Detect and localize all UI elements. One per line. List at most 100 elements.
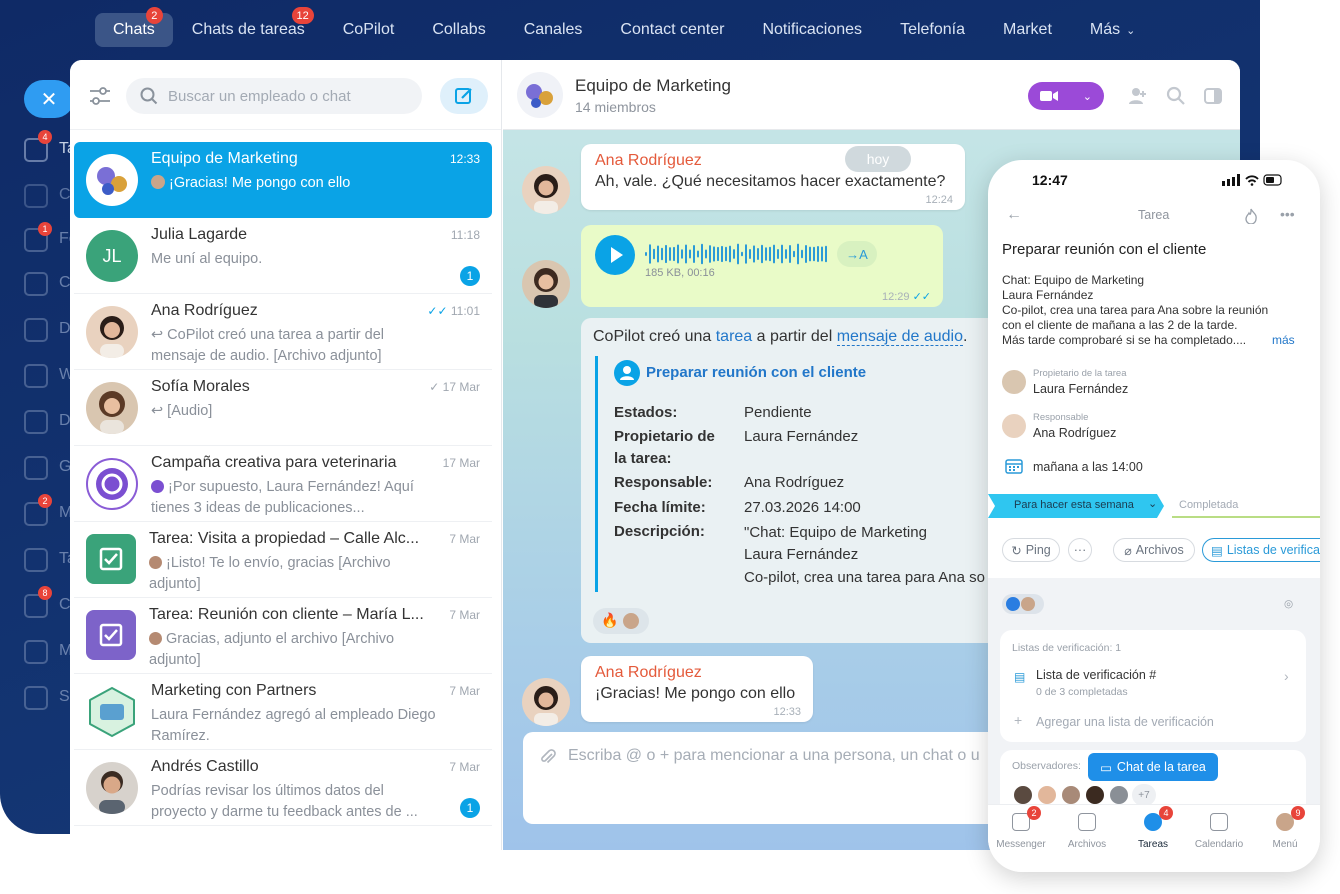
task-chat-button[interactable]: ▭ Chat de la tarea bbox=[1088, 753, 1218, 781]
chat-item-ana-rodriguez[interactable]: Ana Rodríguez ✓✓ 11:01 ↩ CoPilot creó un… bbox=[74, 294, 492, 370]
field-label: Propietario de bbox=[614, 428, 715, 445]
responsible-name[interactable]: Ana Rodríguez bbox=[1033, 426, 1116, 440]
tab-badge: 12 bbox=[291, 7, 314, 24]
add-checklist-button[interactable]: Agregar una lista de verificación bbox=[1036, 715, 1214, 729]
tab-messenger[interactable]: 2 Messenger bbox=[988, 806, 1054, 850]
calendar-icon[interactable] bbox=[24, 272, 48, 296]
chat-item-sofia-morales[interactable]: Sofía Morales ✓ 17 Mar ↩ [Audio] bbox=[74, 370, 492, 446]
waveform-bar bbox=[649, 244, 651, 264]
waveform-bar bbox=[681, 249, 683, 259]
video-call-button[interactable]: ⌄ bbox=[1028, 82, 1104, 110]
tab-badge: 2 bbox=[145, 7, 163, 24]
tab-files[interactable]: Archivos bbox=[1054, 813, 1120, 850]
waveform-bar bbox=[809, 246, 811, 262]
chat-name: Andrés Castillo bbox=[151, 758, 259, 775]
chat-item-tarea-reunion[interactable]: Tarea: Reunión con cliente – María L... … bbox=[74, 598, 492, 674]
owner-name[interactable]: Laura Fernández bbox=[1033, 382, 1128, 396]
tab-task-chats[interactable]: Chats de tareas 12 bbox=[173, 7, 324, 47]
chat-item-andres-castillo[interactable]: Andrés Castillo 7 Mar Podrías revisar lo… bbox=[74, 750, 492, 826]
description-line: con el cliente de mañana a las 2 de la t… bbox=[1002, 318, 1238, 332]
observer-avatar bbox=[1012, 784, 1034, 806]
chevron-right-icon[interactable]: › bbox=[1284, 668, 1289, 684]
more-icon[interactable]: ••• bbox=[1280, 206, 1295, 222]
chat-preview: Podrías revisar los últimos datos del pr… bbox=[151, 783, 418, 820]
attach-icon[interactable] bbox=[539, 748, 557, 766]
tab-copilot[interactable]: CoPilot bbox=[324, 13, 414, 47]
sidebar-toggle-icon[interactable] bbox=[1203, 86, 1223, 106]
waveform-bar bbox=[777, 248, 779, 260]
filter-icon[interactable] bbox=[88, 86, 112, 106]
preview-text: ¡Gracias! Me pongo con ello bbox=[169, 175, 351, 191]
crm-icon[interactable] bbox=[24, 184, 48, 208]
reactions[interactable]: 🔥 bbox=[593, 608, 649, 634]
chat-item-campana-veterinaria[interactable]: Campaña creativa para veterinaria 17 Mar… bbox=[74, 446, 492, 522]
observers-more[interactable]: +7 bbox=[1132, 784, 1156, 806]
avatar bbox=[1002, 414, 1026, 438]
conversation-title[interactable]: Equipo de Marketing bbox=[575, 76, 731, 96]
tab-collabs[interactable]: Collabs bbox=[413, 13, 504, 47]
task-link[interactable]: tarea bbox=[716, 328, 752, 345]
compose-icon bbox=[455, 88, 472, 104]
task-title[interactable]: Preparar reunión con el cliente bbox=[646, 364, 866, 381]
message-author[interactable]: Ana Rodríguez bbox=[595, 152, 702, 170]
checklist-name[interactable]: Lista de verificación # bbox=[1036, 668, 1156, 682]
close-icon[interactable]: ✕ bbox=[24, 80, 74, 118]
files-button[interactable]: ⌀ Archivos bbox=[1113, 538, 1195, 562]
chat-item-marketing-partners[interactable]: Marketing con Partners 7 Mar Laura Ferná… bbox=[74, 674, 492, 750]
chat-item-tarea-visita[interactable]: Tarea: Visita a propiedad – Calle Alc...… bbox=[74, 522, 492, 598]
message-author[interactable]: Ana Rodríguez bbox=[595, 664, 702, 682]
mail-icon[interactable] bbox=[24, 364, 48, 388]
tab-channels[interactable]: Canales bbox=[505, 13, 602, 47]
play-button[interactable] bbox=[595, 235, 635, 275]
voice-message[interactable]: 185 KB, 00:16 →A 12:29 ✓✓ bbox=[581, 225, 943, 307]
tab-contact-center[interactable]: Contact center bbox=[601, 13, 743, 47]
drive-icon[interactable] bbox=[24, 318, 48, 342]
ping-button[interactable]: ↻ Ping bbox=[1002, 538, 1060, 562]
button-label: Archivos bbox=[1135, 543, 1184, 557]
tab-market[interactable]: Market bbox=[984, 13, 1071, 47]
deadline[interactable]: mañana a las 14:00 bbox=[1033, 460, 1143, 474]
message-bubble[interactable]: Ana Rodríguez ¡Gracias! Me pongo con ell… bbox=[581, 656, 813, 722]
chat-item-equipo-marketing[interactable]: Equipo de Marketing 12:33 ¡Gracias! Me p… bbox=[74, 142, 492, 218]
audio-message-link[interactable]: mensaje de audio bbox=[836, 328, 963, 346]
more-actions-button[interactable]: ··· bbox=[1068, 538, 1092, 562]
more-link[interactable]: más bbox=[1272, 333, 1295, 347]
copilot-message[interactable]: CoPilot creó una tarea a partir del mens… bbox=[581, 318, 1001, 643]
conversation-header: Equipo de Marketing 14 miembros ⌄ bbox=[503, 60, 1240, 130]
members-count[interactable]: 14 miembros bbox=[575, 99, 656, 115]
task-card[interactable]: Preparar reunión con el cliente Estados:… bbox=[595, 356, 995, 592]
reactions[interactable] bbox=[1002, 594, 1044, 614]
field-value: "Chat: Equipo de Marketing bbox=[744, 524, 927, 541]
new-chat-button[interactable] bbox=[440, 78, 488, 114]
tab-label: Archivos bbox=[1067, 839, 1107, 850]
document-icon[interactable] bbox=[24, 410, 48, 434]
marketing-icon[interactable] bbox=[24, 640, 48, 664]
chevron-down-icon: ⌄ bbox=[1126, 24, 1136, 37]
add-user-icon[interactable] bbox=[1128, 86, 1148, 106]
chat-item-julia-lagarde[interactable]: JL Julia Lagarde 11:18 Me uní al equipo.… bbox=[74, 218, 492, 294]
group-icon[interactable] bbox=[24, 456, 48, 480]
transcribe-button[interactable]: →A bbox=[837, 241, 877, 267]
tab-chats[interactable]: Chats 2 bbox=[95, 7, 173, 47]
tab-notifications[interactable]: Notificaciones bbox=[743, 13, 881, 47]
search-input[interactable]: Buscar un empleado o chat bbox=[126, 78, 422, 114]
tab-more[interactable]: Más ⌄ bbox=[1071, 13, 1154, 47]
waveform[interactable] bbox=[645, 243, 829, 265]
chat-icon: ▭ bbox=[1100, 760, 1112, 775]
tab-menu[interactable]: 9 Menú bbox=[1252, 806, 1318, 850]
tab-badge: 9 bbox=[1291, 806, 1305, 820]
chat-icon: 2 bbox=[1012, 806, 1041, 831]
presentation-icon[interactable] bbox=[24, 548, 48, 572]
checklists-button[interactable]: ▤ Listas de verifica bbox=[1202, 538, 1320, 562]
waveform-bar bbox=[729, 245, 731, 263]
flame-icon[interactable] bbox=[1244, 208, 1258, 224]
cart-icon[interactable] bbox=[24, 686, 48, 710]
tab-telephony[interactable]: Telefonía bbox=[881, 13, 984, 47]
mini-avatar bbox=[1021, 597, 1035, 611]
search-icon[interactable] bbox=[1166, 86, 1186, 106]
back-icon[interactable]: ← bbox=[1006, 206, 1022, 224]
avatar bbox=[522, 260, 570, 308]
chat-name: Equipo de Marketing bbox=[151, 150, 298, 167]
tab-calendar[interactable]: Calendario bbox=[1186, 813, 1252, 850]
tab-tasks[interactable]: 4 Tareas bbox=[1120, 806, 1186, 850]
